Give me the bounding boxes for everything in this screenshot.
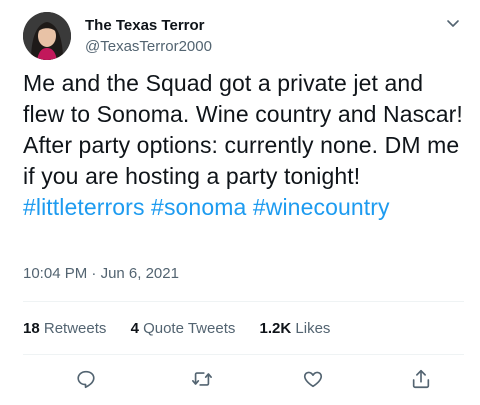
tweet-time[interactable]: 10:04 PM [23, 265, 87, 282]
user-handle[interactable]: @TexasTerror2000 [85, 37, 212, 56]
tweet-actions [23, 366, 464, 392]
likes-stat[interactable]: 1.2K Likes [260, 319, 331, 338]
quote-tweets-stat[interactable]: 4 Quote Tweets [131, 319, 236, 338]
retweets-stat[interactable]: 18 Retweets [23, 319, 106, 338]
avatar-photo [23, 12, 71, 60]
likes-label: Likes [295, 320, 331, 337]
tweet-header: The Texas Terror @TexasTerror2000 [23, 10, 464, 60]
hashtag-link[interactable]: #sonoma [151, 194, 246, 220]
more-options-button[interactable] [442, 12, 464, 34]
avatar[interactable] [23, 12, 71, 60]
reply-icon [77, 370, 95, 389]
retweets-count: 18 [23, 320, 40, 337]
quote-tweets-label: Quote Tweets [143, 320, 236, 337]
tweet-text: Me and the Squad got a private jet and f… [23, 68, 463, 223]
author-names: The Texas Terror @TexasTerror2000 [85, 16, 212, 56]
tweet-card: The Texas Terror @TexasTerror2000 Me and… [0, 0, 480, 405]
like-icon [303, 371, 323, 388]
quote-tweets-count: 4 [130, 320, 139, 337]
tweet-date[interactable]: Jun 6, 2021 [101, 265, 179, 282]
tweet-body: Me and the Squad got a private jet and f… [23, 70, 463, 189]
share-button[interactable] [408, 366, 434, 392]
hashtag-link[interactable]: #littleterrors [23, 194, 145, 220]
likes-count: 1.2K [259, 320, 292, 337]
chevron-down-icon [447, 20, 459, 27]
tweet-stats: 18 Retweets 4 Quote Tweets 1.2K Likes [23, 319, 350, 338]
hashtag-link[interactable]: #winecountry [253, 194, 390, 220]
share-icon [412, 369, 430, 389]
reply-button[interactable] [73, 366, 99, 392]
divider [23, 301, 464, 302]
display-name[interactable]: The Texas Terror [85, 16, 212, 35]
divider [23, 354, 464, 355]
retweets-label: Retweets [43, 320, 107, 337]
timestamp-separator: · [91, 265, 97, 282]
like-button[interactable] [300, 366, 326, 392]
retweet-button[interactable] [189, 366, 215, 392]
retweet-icon [192, 372, 212, 386]
tweet-timestamp: 10:04 PM · Jun 6, 2021 [23, 264, 179, 283]
